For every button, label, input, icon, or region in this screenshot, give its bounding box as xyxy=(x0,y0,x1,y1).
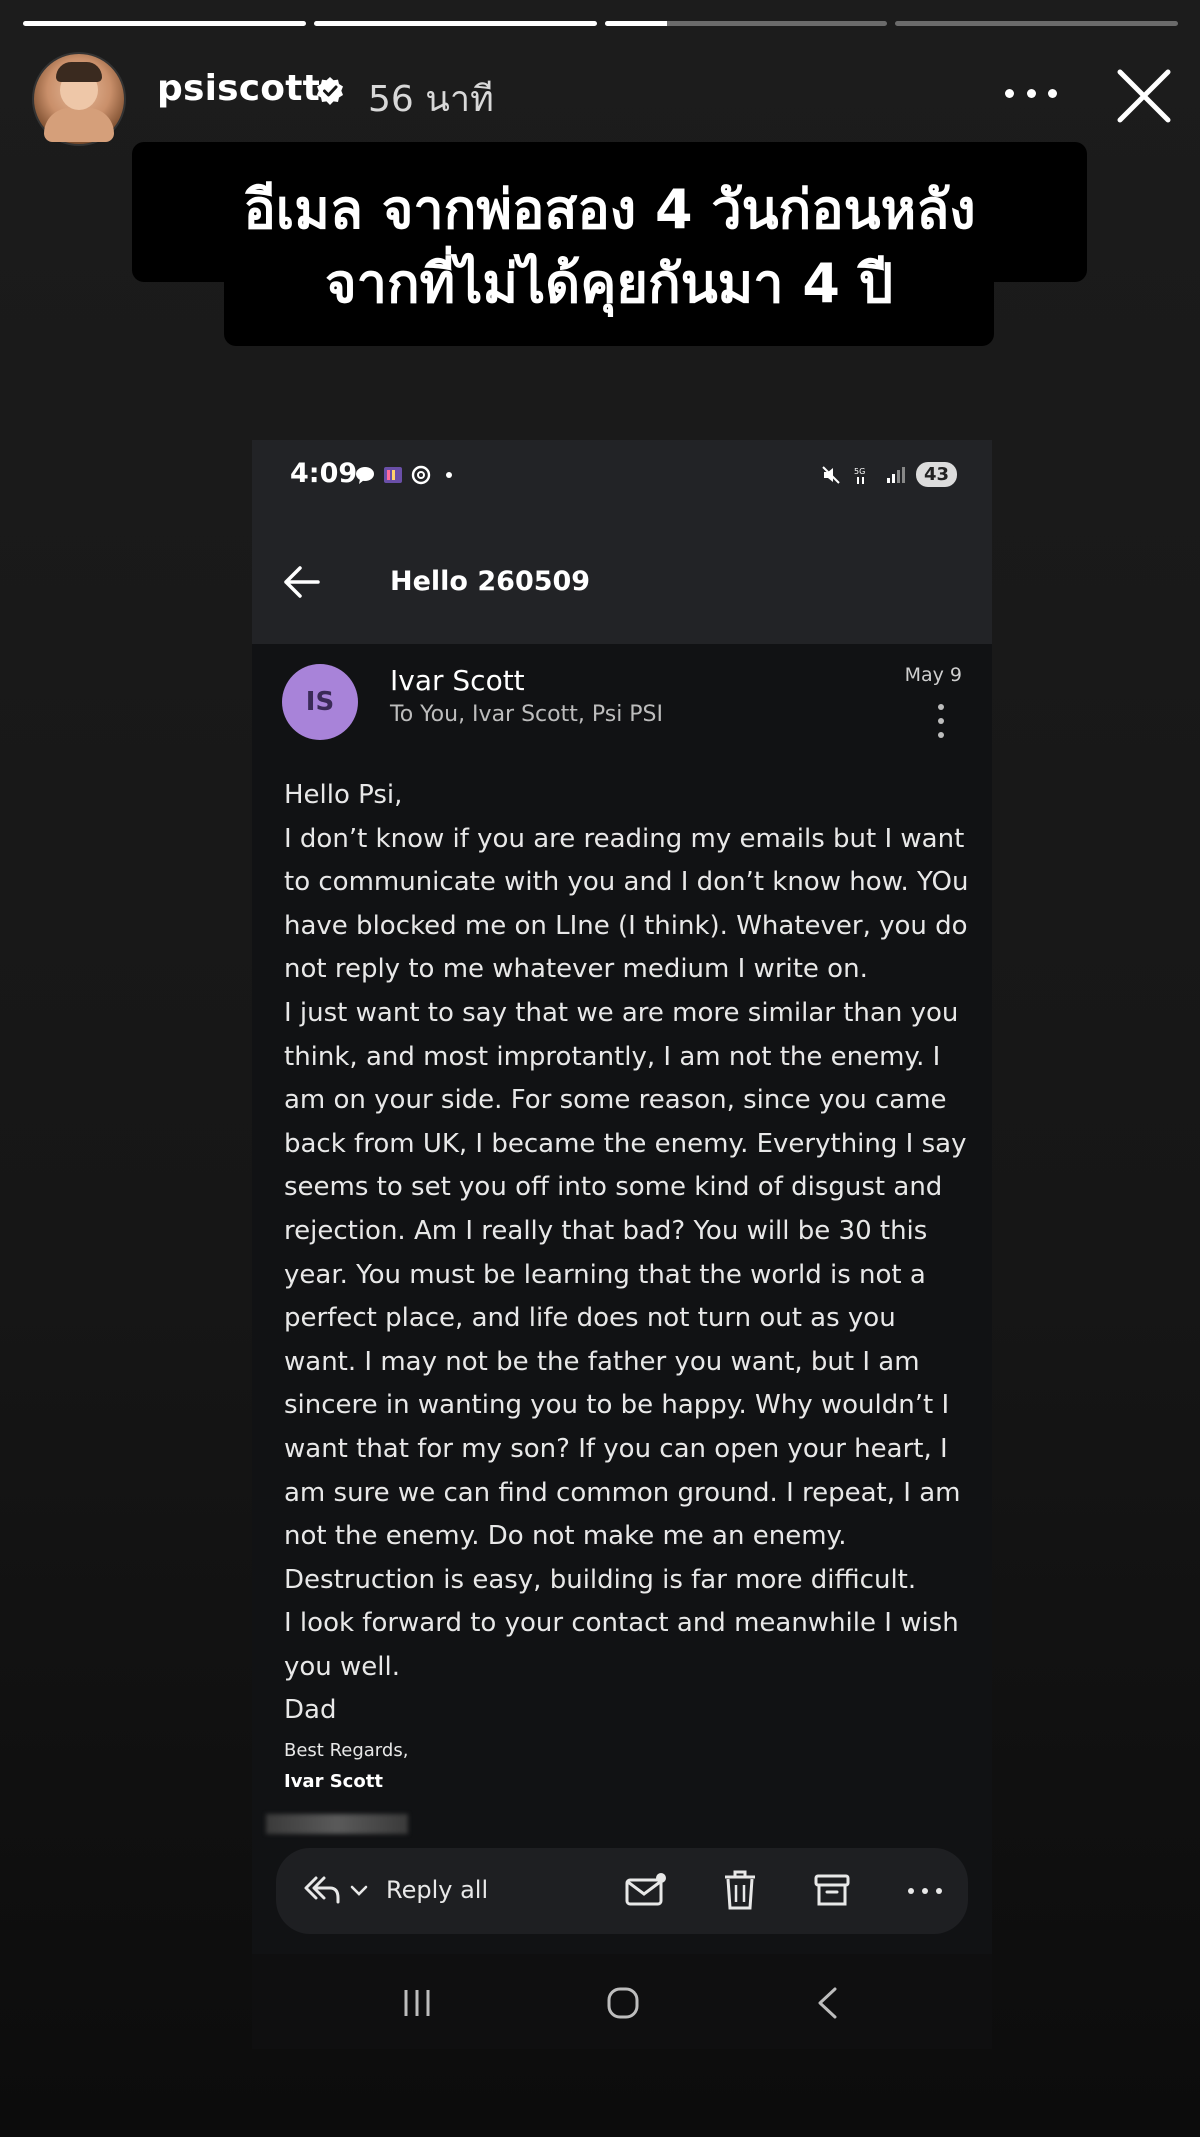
sender-name[interactable]: Ivar Scott xyxy=(390,664,525,697)
progress-segment xyxy=(313,21,597,26)
dot-icon xyxy=(446,472,452,478)
progress-segment xyxy=(895,21,1178,26)
data-icon: 5G xyxy=(854,467,865,484)
signal-icon xyxy=(886,466,905,483)
signoff: Best Regards, xyxy=(284,1740,409,1762)
back-arrow-icon[interactable] xyxy=(282,564,322,600)
avatar-body xyxy=(44,108,114,142)
caption-line-1: อีเมล จากพ่อสอง 4 วันก่อนหลัง xyxy=(243,178,976,241)
body-paragraph: I just want to say that we are more simi… xyxy=(284,997,967,1595)
body-paragraph: Hello Psi, xyxy=(284,780,403,810)
archive-icon[interactable] xyxy=(812,1870,852,1910)
body-paragraph: Dad xyxy=(284,1695,337,1726)
progress-fill xyxy=(23,21,306,26)
close-icon[interactable] xyxy=(1114,66,1174,126)
recipients[interactable]: To You, Ivar Scott, Psi PSI xyxy=(390,702,663,727)
android-nav-bar xyxy=(252,1954,992,2049)
action-more-icon[interactable] xyxy=(908,1888,942,1896)
status-time: 4:09 xyxy=(290,458,358,489)
email-header: IS Ivar Scott To You, Ivar Scott, Psi PS… xyxy=(252,644,992,764)
reply-all-icon[interactable] xyxy=(302,1872,342,1908)
caption-line-2: จากที่ไม่ได้คุยกันมา 4 ปี xyxy=(325,252,893,315)
svg-text:5G: 5G xyxy=(854,467,865,476)
username[interactable]: psiscott xyxy=(157,68,320,109)
status-bar: 4:09 5G 43 xyxy=(252,440,992,522)
progress-segment xyxy=(604,21,888,26)
reply-all-button[interactable]: Reply all xyxy=(386,1876,488,1904)
email-subject: Hello 260509 xyxy=(390,566,591,597)
email-options-icon[interactable] xyxy=(938,704,944,738)
chevron-down-icon[interactable] xyxy=(350,1884,368,1898)
sender-avatar[interactable]: IS xyxy=(282,664,358,740)
system-icons: 5G 43 xyxy=(820,462,957,487)
mute-icon xyxy=(822,465,840,484)
nav-home-icon[interactable] xyxy=(606,1986,640,2020)
post-time: 56 นาที xyxy=(368,79,494,120)
profile-avatar[interactable] xyxy=(32,52,126,146)
trash-icon[interactable] xyxy=(720,1868,760,1912)
progress-fill xyxy=(604,21,667,26)
notification-icons xyxy=(354,464,460,486)
threads-icon xyxy=(411,465,431,485)
email-screenshot: 4:09 5G 43 Hello 260509 IS Ivar Scott To… xyxy=(252,440,992,1954)
nav-back-icon[interactable] xyxy=(815,1986,839,2020)
nav-recent-icon[interactable] xyxy=(400,1988,434,2018)
story-progress xyxy=(23,21,1178,27)
progress-fill xyxy=(313,21,597,26)
battery-indicator: 43 xyxy=(915,462,957,487)
body-paragraph: I don’t know if you are reading my email… xyxy=(284,823,969,985)
verified-icon xyxy=(317,77,343,105)
mark-unread-icon[interactable] xyxy=(624,1870,668,1910)
progress-segment xyxy=(23,21,306,26)
email-action-bar: Reply all xyxy=(276,1848,968,1934)
email-app-bar: Hello 260509 xyxy=(252,522,992,644)
app-icon xyxy=(384,467,402,483)
body-paragraph: I look forward to your contact and meanw… xyxy=(284,1608,959,1682)
more-icon[interactable] xyxy=(1005,78,1057,108)
redacted-text xyxy=(266,1814,408,1834)
signature-name: Ivar Scott xyxy=(284,1771,383,1793)
email-body: Hello Psi, I don’t know if you are readi… xyxy=(284,774,974,1795)
chat-icon xyxy=(356,467,374,484)
avatar-hair xyxy=(56,62,102,82)
email-date: May 9 xyxy=(904,664,962,686)
